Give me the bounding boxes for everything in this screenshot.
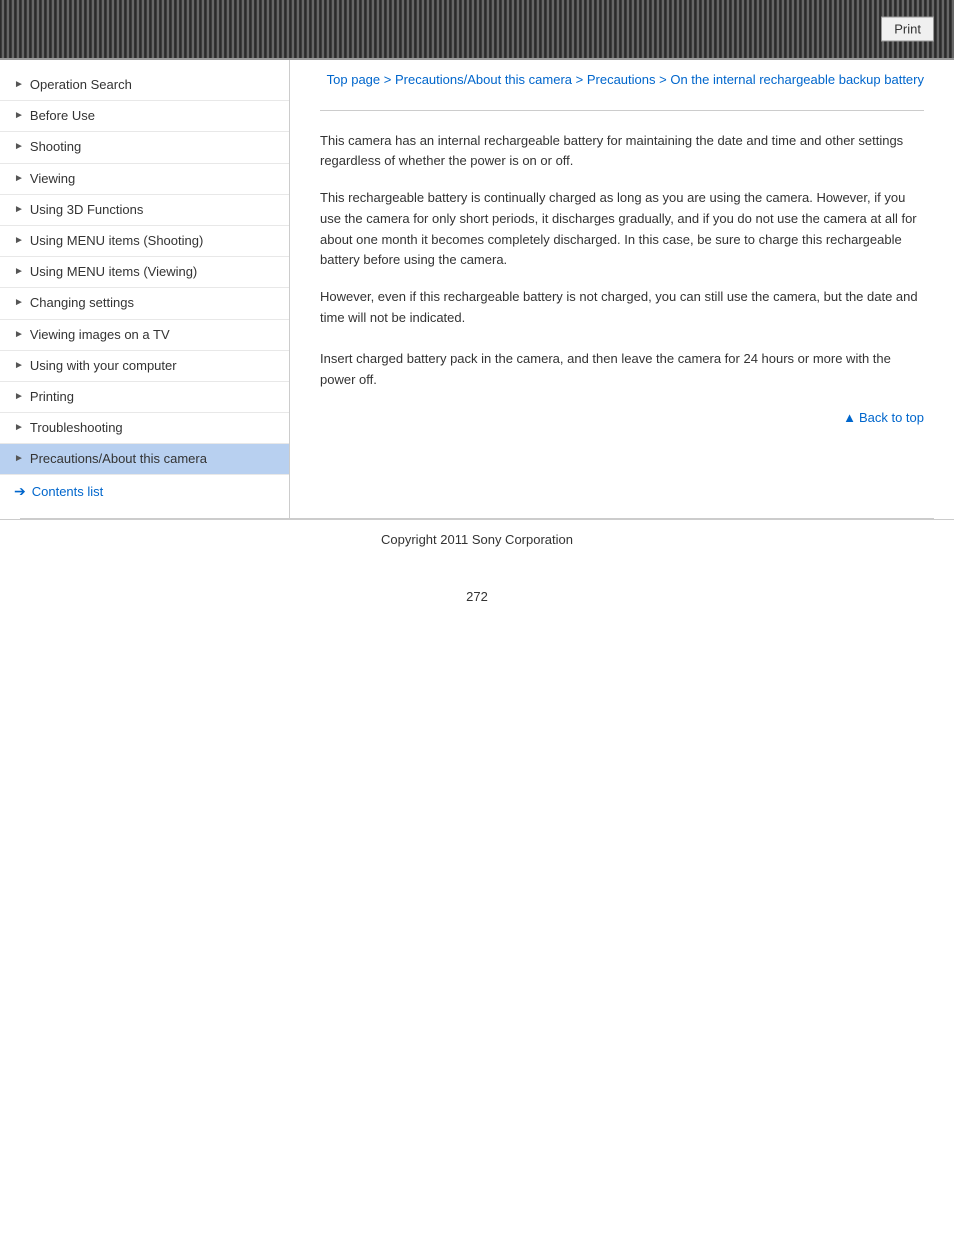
breadcrumb: Top page > Precautions/About this camera…: [320, 70, 924, 90]
sidebar-label-printing: Printing: [30, 388, 74, 406]
print-button[interactable]: Print: [881, 17, 934, 42]
content-paragraph-2: This rechargeable battery is continually…: [320, 188, 924, 271]
arrow-icon-menu-viewing: ►: [14, 265, 24, 279]
sidebar-label-menu-shooting: Using MENU items (Shooting): [30, 232, 203, 250]
sidebar-item-before-use[interactable]: ► Before Use: [0, 101, 289, 132]
sidebar-label-viewing-images-tv: Viewing images on a TV: [30, 326, 170, 344]
sidebar: ► Operation Search ► Before Use ► Shooti…: [0, 60, 290, 518]
sidebar-item-precautions[interactable]: ► Precautions/About this camera: [0, 444, 289, 475]
arrow-icon-operation-search: ►: [14, 78, 24, 92]
back-to-top-label: Back to top: [859, 410, 924, 425]
sidebar-label-viewing: Viewing: [30, 170, 75, 188]
contents-list-label: Contents list: [32, 484, 104, 499]
arrow-icon-viewing-images-tv: ►: [14, 328, 24, 342]
arrow-icon-precautions: ►: [14, 452, 24, 466]
sidebar-item-using-computer[interactable]: ► Using with your computer: [0, 351, 289, 382]
sidebar-item-troubleshooting[interactable]: ► Troubleshooting: [0, 413, 289, 444]
sidebar-item-3d-functions[interactable]: ► Using 3D Functions: [0, 195, 289, 226]
sidebar-item-menu-shooting[interactable]: ► Using MENU items (Shooting): [0, 226, 289, 257]
arrow-icon-using-computer: ►: [14, 359, 24, 373]
sidebar-item-menu-viewing[interactable]: ► Using MENU items (Viewing): [0, 257, 289, 288]
back-to-top: ▲Back to top: [320, 410, 924, 425]
arrow-icon-troubleshooting: ►: [14, 421, 24, 435]
breadcrumb-current: On the internal rechargeable backup batt…: [670, 72, 924, 87]
footer: Copyright 2011 Sony Corporation: [0, 519, 954, 559]
sidebar-item-viewing[interactable]: ► Viewing: [0, 164, 289, 195]
sidebar-label-changing-settings: Changing settings: [30, 294, 134, 312]
arrow-icon-shooting: ►: [14, 140, 24, 154]
content-paragraph-4: Insert charged battery pack in the camer…: [320, 349, 924, 391]
breadcrumb-sep2: >: [572, 72, 587, 87]
sidebar-label-3d-functions: Using 3D Functions: [30, 201, 143, 219]
copyright-text: Copyright 2011 Sony Corporation: [381, 532, 573, 547]
sidebar-item-printing[interactable]: ► Printing: [0, 382, 289, 413]
breadcrumb-precautions[interactable]: Precautions: [587, 72, 656, 87]
back-to-top-triangle-icon: ▲: [843, 410, 856, 425]
arrow-icon-menu-shooting: ►: [14, 234, 24, 248]
contents-list-link[interactable]: ➔ Contents list: [0, 475, 289, 508]
sidebar-label-precautions: Precautions/About this camera: [30, 450, 207, 468]
page-number: 272: [0, 579, 954, 614]
sidebar-label-shooting: Shooting: [30, 138, 81, 156]
sidebar-item-operation-search[interactable]: ► Operation Search: [0, 70, 289, 101]
content-divider: [320, 110, 924, 111]
arrow-icon-changing-settings: ►: [14, 296, 24, 310]
sidebar-item-shooting[interactable]: ► Shooting: [0, 132, 289, 163]
arrow-icon-printing: ►: [14, 390, 24, 404]
breadcrumb-top-page[interactable]: Top page: [327, 72, 381, 87]
sidebar-label-troubleshooting: Troubleshooting: [30, 419, 123, 437]
main-container: ► Operation Search ► Before Use ► Shooti…: [0, 60, 954, 518]
header-bar: Print: [0, 0, 954, 60]
back-to-top-link[interactable]: ▲Back to top: [843, 410, 924, 425]
contents-list-arrow-icon: ➔: [14, 483, 26, 500]
sidebar-item-viewing-images-tv[interactable]: ► Viewing images on a TV: [0, 320, 289, 351]
sidebar-label-menu-viewing: Using MENU items (Viewing): [30, 263, 197, 281]
content-paragraph-1: This camera has an internal rechargeable…: [320, 131, 924, 173]
breadcrumb-sep3: >: [656, 72, 671, 87]
sidebar-label-before-use: Before Use: [30, 107, 95, 125]
arrow-icon-3d-functions: ►: [14, 203, 24, 217]
sidebar-label-using-computer: Using with your computer: [30, 357, 177, 375]
breadcrumb-sep1: >: [380, 72, 395, 87]
sidebar-label-operation-search: Operation Search: [30, 76, 132, 94]
content-paragraph-3: However, even if this rechargeable batte…: [320, 287, 924, 329]
arrow-icon-before-use: ►: [14, 109, 24, 123]
arrow-icon-viewing: ►: [14, 172, 24, 186]
content-area: Top page > Precautions/About this camera…: [290, 60, 954, 518]
breadcrumb-precautions-about[interactable]: Precautions/About this camera: [395, 72, 572, 87]
sidebar-item-changing-settings[interactable]: ► Changing settings: [0, 288, 289, 319]
